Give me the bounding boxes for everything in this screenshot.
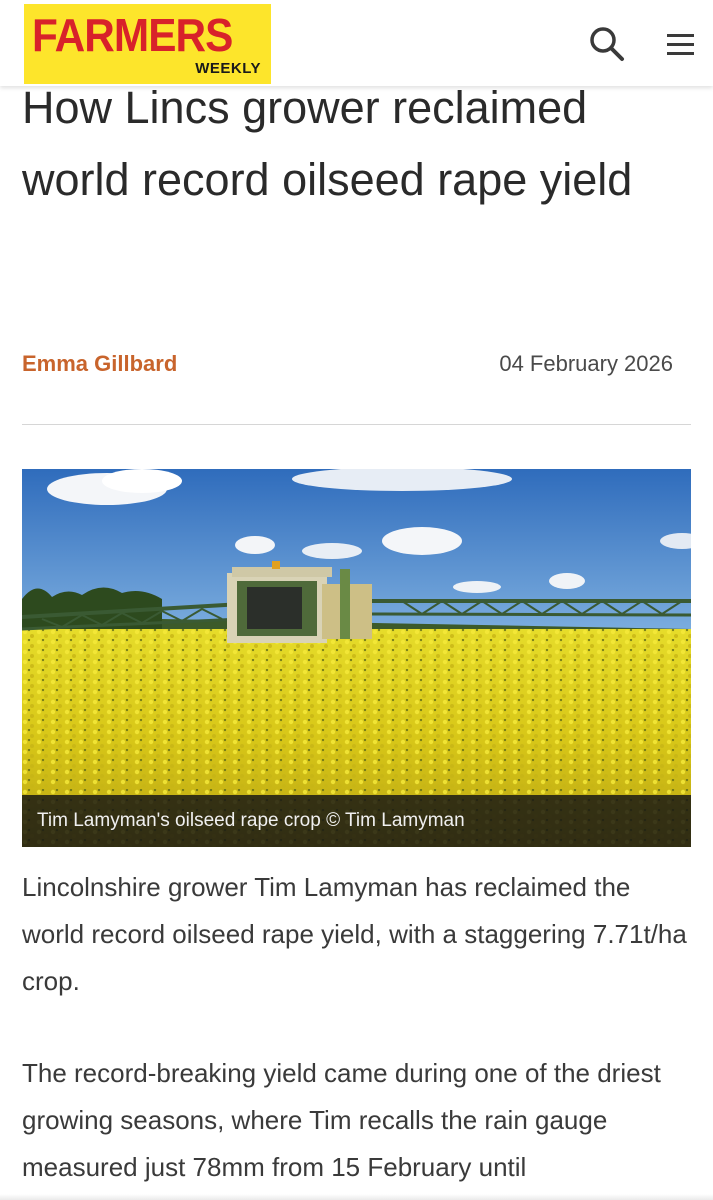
article-paragraph: Lincolnshire grower Tim Lamyman has recl… (22, 872, 687, 996)
article-paragraph: The record-breaking yield came during on… (22, 1058, 661, 1182)
byline-divider (22, 424, 691, 425)
site-header: FARMERS WEEKLY (0, 0, 713, 86)
farmers-weekly-logo[interactable]: FARMERS WEEKLY (24, 4, 271, 84)
author-link[interactable]: Emma Gillbard (22, 350, 177, 378)
scroll-edge (0, 1194, 713, 1200)
oilseed-rape-field-photo (22, 469, 691, 847)
logo-subtitle: WEEKLY (195, 60, 261, 77)
logo-wordmark: FARMERS (32, 9, 233, 61)
search-icon[interactable] (587, 24, 627, 64)
hamburger-menu-icon[interactable] (660, 24, 700, 64)
article-title: How Lincs grower reclaimed world record … (22, 82, 633, 205)
publish-date: 04 February 2026 (499, 351, 673, 376)
hero-image: Tim Lamyman's oilseed rape crop © Tim La… (22, 469, 691, 847)
image-caption: Tim Lamyman's oilseed rape crop © Tim La… (22, 795, 691, 847)
